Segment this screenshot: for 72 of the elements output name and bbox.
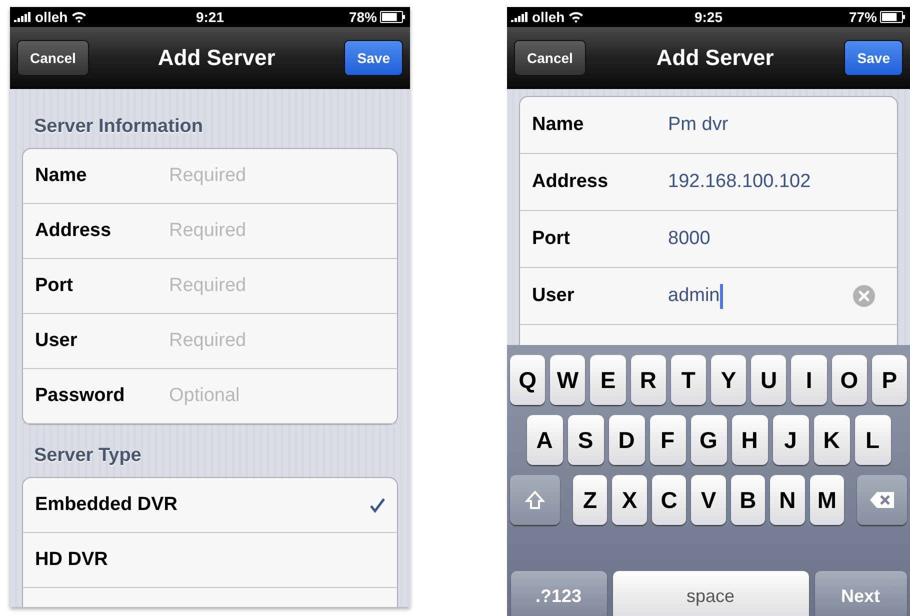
keyboard-key[interactable]: N bbox=[770, 475, 805, 525]
input-field[interactable]: Required bbox=[169, 275, 339, 297]
keyboard-key[interactable]: P bbox=[872, 355, 908, 405]
clock: 9:25 bbox=[694, 9, 723, 25]
cancel-button[interactable]: Cancel bbox=[514, 40, 586, 76]
keyboard-key[interactable]: J bbox=[772, 415, 808, 465]
carrier-name: olleh bbox=[532, 9, 565, 25]
backspace-icon bbox=[869, 491, 896, 509]
option-label[interactable]: Embedded DVR bbox=[35, 494, 369, 516]
keyboard-key[interactable]: L bbox=[854, 415, 890, 465]
keyboard-key[interactable]: M bbox=[810, 475, 844, 525]
keyboard-key[interactable]: U bbox=[751, 355, 786, 405]
field-label: Port bbox=[35, 275, 74, 297]
input-field[interactable]: Optional bbox=[169, 385, 339, 407]
wifi-icon bbox=[70, 11, 87, 23]
signal-icon bbox=[511, 12, 529, 22]
field-label: Name bbox=[532, 114, 585, 136]
keyboard-key[interactable]: C bbox=[652, 475, 686, 525]
input-field[interactable]: Required bbox=[169, 165, 339, 187]
save-button[interactable]: Save bbox=[344, 40, 403, 76]
keyboard-key[interactable]: E bbox=[590, 355, 626, 405]
wifi-icon bbox=[568, 11, 584, 23]
save-button[interactable]: Save bbox=[844, 40, 903, 76]
backspace-key[interactable] bbox=[857, 475, 908, 525]
clock: 9:21 bbox=[196, 9, 224, 25]
field-label: User bbox=[35, 330, 78, 352]
input-field[interactable]: Required bbox=[169, 220, 339, 242]
carrier-name: olleh bbox=[35, 9, 68, 25]
keyboard-key[interactable]: I bbox=[791, 355, 827, 405]
keyboard-key[interactable]: T bbox=[670, 355, 706, 405]
keyboard-key[interactable]: W bbox=[550, 355, 586, 405]
keyboard-key[interactable]: space bbox=[612, 571, 808, 616]
keyboard-key[interactable]: Q bbox=[510, 355, 546, 405]
field-value[interactable]: 192.168.100.102 bbox=[668, 171, 811, 193]
signal-icon bbox=[14, 12, 32, 22]
field-value[interactable]: Pm dvr bbox=[668, 114, 728, 136]
shift-key[interactable] bbox=[510, 475, 560, 525]
field-label: Address bbox=[532, 171, 610, 193]
field-label: Address bbox=[35, 220, 112, 242]
keyboard-key[interactable]: K bbox=[814, 415, 850, 465]
screen-title: Add Server bbox=[158, 44, 276, 70]
battery-percent: 78% bbox=[348, 9, 377, 25]
keyboard-key[interactable]: D bbox=[608, 415, 644, 465]
keyboard-key[interactable]: O bbox=[832, 355, 867, 405]
field-label: Port bbox=[532, 228, 571, 250]
battery-percent: 77% bbox=[848, 9, 877, 25]
field-label: Password bbox=[35, 385, 126, 407]
option-label[interactable]: HD DVR bbox=[35, 549, 385, 571]
input-field[interactable]: Required bbox=[169, 330, 339, 352]
keyboard-key[interactable]: V bbox=[691, 475, 726, 525]
keyboard-key[interactable]: R bbox=[630, 355, 666, 405]
keyboard-key[interactable]: A bbox=[526, 415, 562, 465]
field-label: User bbox=[532, 285, 576, 307]
keyboard-key[interactable]: S bbox=[568, 415, 604, 465]
keyboard-key[interactable]: H bbox=[732, 415, 768, 465]
keyboard-key[interactable]: Z bbox=[572, 475, 608, 525]
keyboard-key[interactable]: Y bbox=[711, 355, 746, 405]
keyboard-key[interactable]: F bbox=[650, 415, 686, 465]
section-header: Server Information bbox=[33, 115, 204, 139]
field-value[interactable]: admin bbox=[668, 285, 720, 307]
cancel-button[interactable]: Cancel bbox=[17, 40, 89, 76]
battery-icon bbox=[880, 11, 906, 23]
screen-title: Add Server bbox=[656, 44, 774, 70]
shift-icon bbox=[524, 490, 545, 510]
clear-icon[interactable] bbox=[853, 285, 875, 307]
keyboard-key[interactable]: X bbox=[612, 475, 647, 525]
keyboard-key[interactable]: B bbox=[730, 475, 766, 525]
field-value[interactable]: 8000 bbox=[668, 228, 710, 250]
keyboard-key[interactable]: G bbox=[690, 415, 726, 465]
field-label: Name bbox=[35, 165, 88, 187]
section-header: Server Type bbox=[33, 444, 142, 468]
battery-icon bbox=[380, 11, 406, 23]
